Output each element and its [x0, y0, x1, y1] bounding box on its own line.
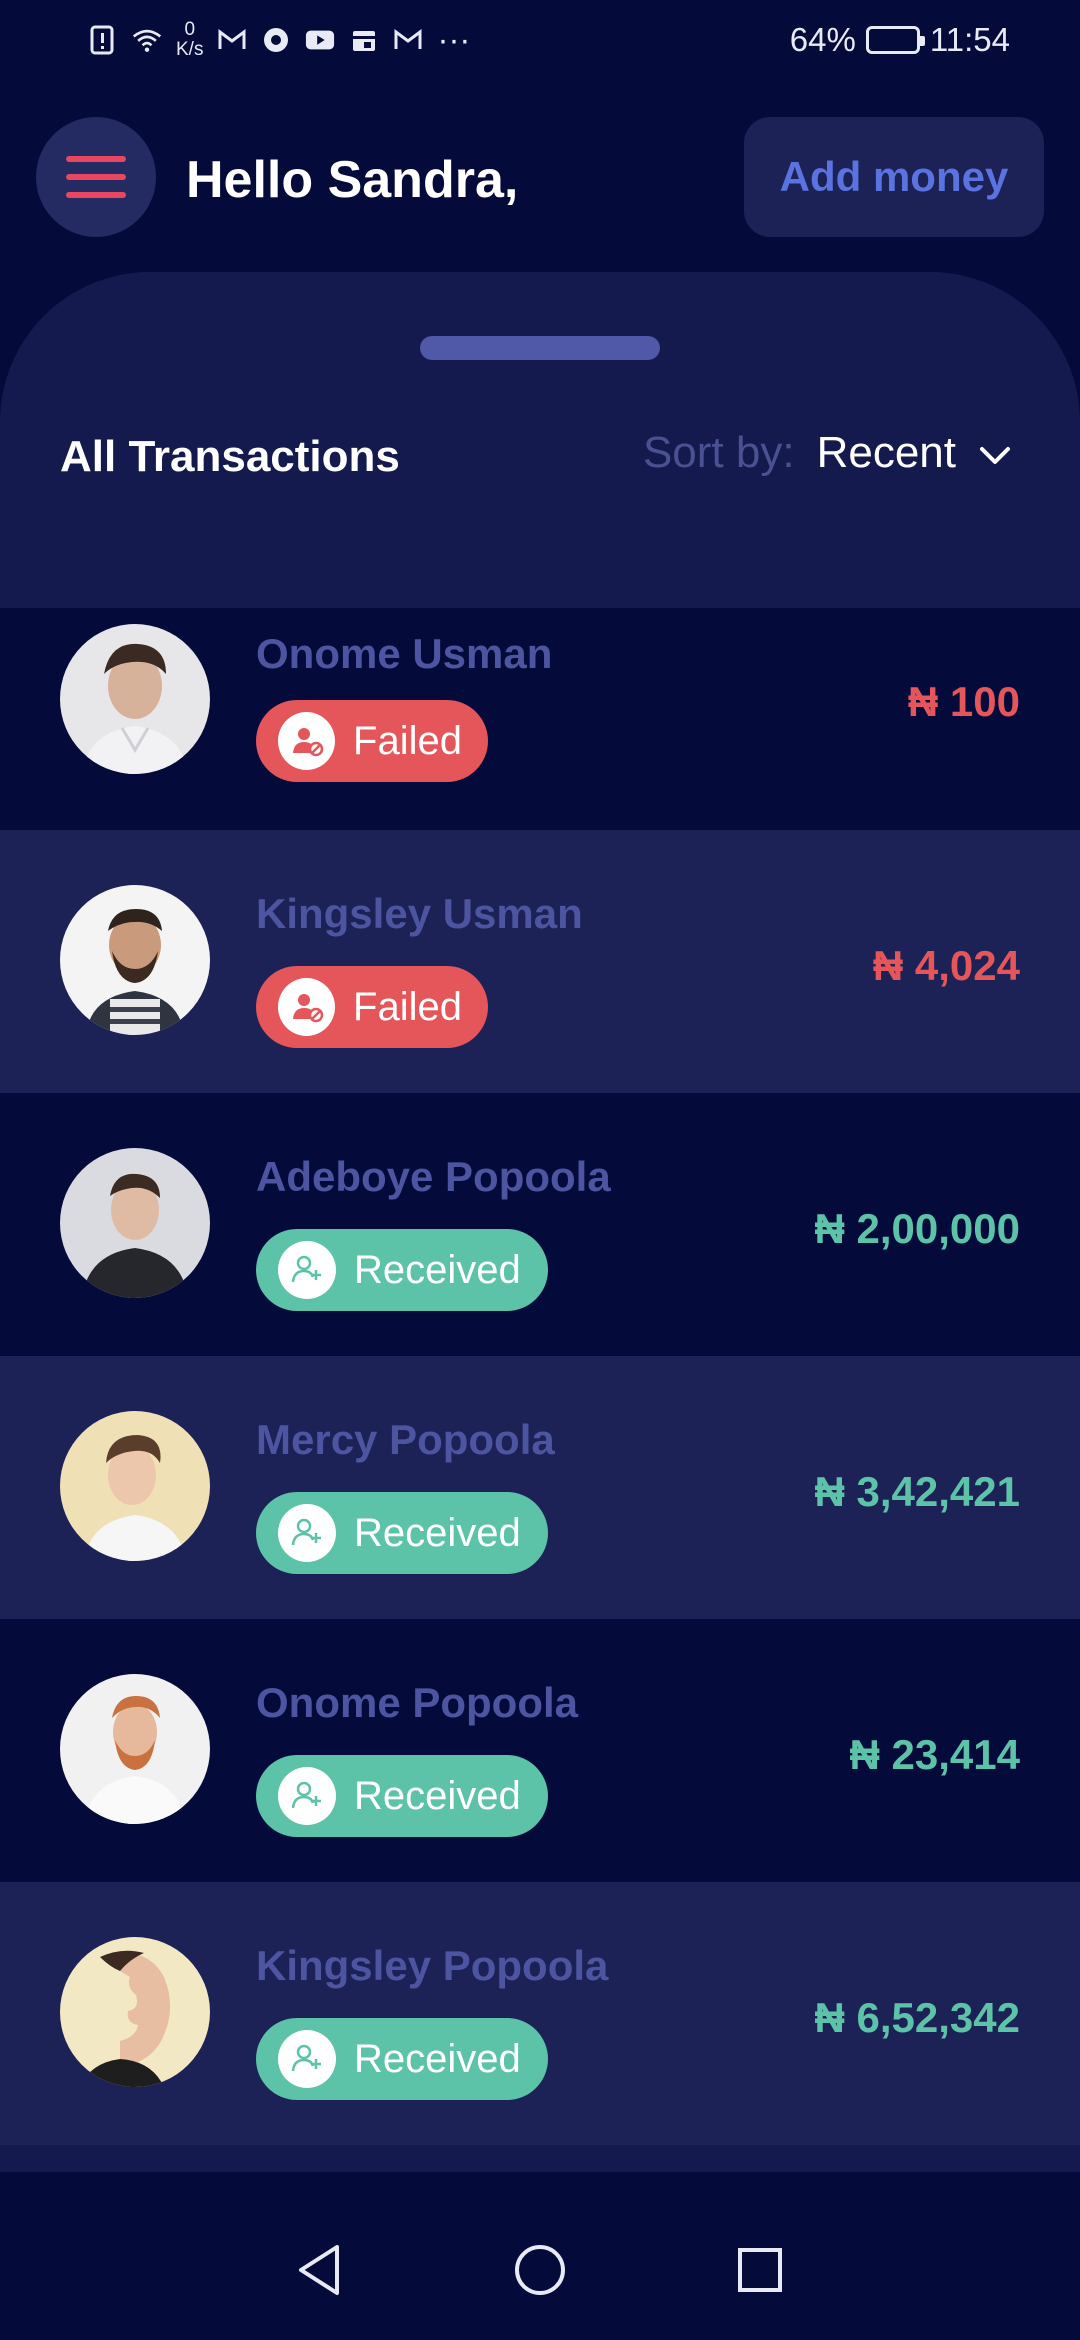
transaction-amount: ₦ 3,42,421 — [814, 1468, 1021, 1515]
avatar — [60, 885, 210, 1035]
avatar — [60, 1148, 210, 1298]
transaction-amount: ₦ 23,414 — [849, 1731, 1020, 1778]
avatar — [60, 1674, 210, 1824]
wifi-icon — [132, 25, 162, 55]
transaction-name: Onome Usman — [256, 630, 553, 677]
calendar-icon — [349, 25, 379, 55]
transaction-name: Adeboye Popoola — [256, 1153, 611, 1200]
transactions-list: Onome Usman Failed ₦ 100 Kingsley Usman … — [0, 608, 1080, 2145]
transaction-row[interactable]: Kingsley Usman Failed ₦ 4,024 — [0, 830, 1080, 1093]
status-badge-failed: Failed — [256, 966, 488, 1048]
avatar — [60, 1411, 210, 1561]
back-icon[interactable] — [290, 2240, 350, 2300]
hamburger-icon-line — [66, 192, 126, 198]
status-badge-received: Received — [256, 1755, 548, 1837]
user-add-icon — [278, 1241, 336, 1299]
greeting-title: Hello Sandra, — [186, 151, 519, 209]
status-label: Failed — [353, 718, 462, 763]
transaction-amount: ₦ 2,00,000 — [814, 1205, 1021, 1252]
status-label: Received — [354, 1510, 521, 1555]
sort-label: Sort by: — [642, 428, 795, 477]
avatar — [60, 624, 210, 774]
app-screen: 0 K/s ··· 64% 11:54 Hello Sandra, Add mo… — [0, 0, 1080, 2340]
sort-dropdown[interactable]: Sort by: Recent — [643, 428, 1012, 478]
gmail-icon — [217, 25, 247, 55]
status-badge-failed: Failed — [256, 700, 488, 782]
gmail-icon-2 — [393, 25, 423, 55]
transaction-name: Onome Popoola — [256, 1679, 579, 1726]
more-notifications-icon: ··· — [437, 21, 471, 58]
status-bar: 0 K/s ··· 64% 11:54 — [0, 0, 1080, 80]
transaction-name: Kingsley Usman — [256, 890, 583, 937]
status-badge-received: Received — [256, 1492, 548, 1574]
network-speed-value: 0 — [184, 19, 196, 40]
system-nav-bar — [0, 2200, 1080, 2340]
battery-percent: 64% — [789, 21, 856, 58]
transaction-amount: ₦ 4,024 — [872, 942, 1020, 989]
transaction-row[interactable]: Onome Popoola Received ₦ 23,414 — [0, 1619, 1080, 1882]
battery-icon — [865, 26, 925, 54]
network-speed-unit: K/s — [176, 39, 204, 60]
chrome-icon — [261, 25, 291, 55]
status-icons-right: 64% 11:54 — [790, 21, 1010, 59]
transaction-row[interactable]: Adeboye Popoola Received ₦ 2,00,000 — [0, 1093, 1080, 1356]
user-add-icon — [278, 2030, 336, 2088]
youtube-icon — [305, 25, 335, 55]
recents-icon[interactable] — [730, 2240, 790, 2300]
sim-alert-icon — [88, 25, 118, 55]
sheet-drag-handle[interactable] — [420, 336, 660, 360]
transaction-row[interactable]: Mercy Popoola Received ₦ 3,42,421 — [0, 1356, 1080, 1619]
status-label: Received — [354, 2036, 521, 2081]
transaction-row[interactable]: Kingsley Popoola Received ₦ 6,52,342 — [0, 1882, 1080, 2145]
status-badge-received: Received — [256, 1229, 548, 1311]
transaction-amount: ₦ 100 — [907, 678, 1020, 725]
transaction-amount: ₦ 6,52,342 — [814, 1994, 1021, 2041]
avatar — [60, 1937, 210, 2087]
status-label: Received — [354, 1773, 521, 1818]
add-money-button[interactable]: Add money — [744, 117, 1044, 237]
network-speed: 0 K/s — [176, 20, 203, 60]
chevron-down-icon — [978, 428, 1012, 478]
hamburger-icon-line — [66, 156, 126, 162]
status-label: Received — [354, 1247, 521, 1292]
menu-button[interactable] — [36, 117, 156, 237]
user-blocked-icon — [278, 712, 336, 770]
transaction-name: Mercy Popoola — [256, 1416, 555, 1463]
sort-value: Recent — [816, 428, 956, 477]
hamburger-icon-line — [66, 174, 126, 180]
transactions-title: All Transactions — [60, 432, 400, 481]
clock: 11:54 — [929, 21, 1010, 58]
transaction-row[interactable]: Onome Usman Failed ₦ 100 — [0, 608, 1080, 830]
status-badge-received: Received — [256, 2018, 548, 2100]
user-add-icon — [278, 1504, 336, 1562]
user-blocked-icon — [278, 978, 336, 1036]
status-icons-left: 0 K/s ··· — [88, 20, 470, 60]
user-add-icon — [278, 1767, 336, 1825]
home-icon[interactable] — [510, 2240, 570, 2300]
status-label: Failed — [353, 984, 462, 1029]
transaction-name: Kingsley Popoola — [256, 1942, 609, 1989]
